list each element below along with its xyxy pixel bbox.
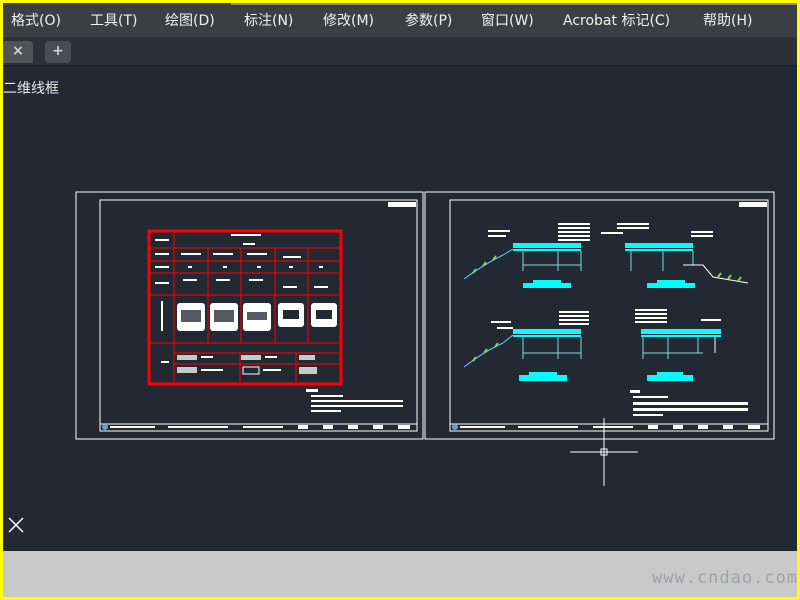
layout-sheet-right[interactable] bbox=[424, 191, 775, 440]
site-watermark: www.cndao.com bbox=[652, 568, 799, 588]
road-section-1[interactable] bbox=[463, 223, 590, 288]
road-section-3[interactable] bbox=[463, 311, 589, 381]
crosshair-cursor-icon bbox=[570, 418, 638, 486]
ucs-icon bbox=[8, 517, 24, 533]
autocad-window: 格式(O) 工具(T) 绘图(D) 标注(N) 修改(M) 参数(P) 窗口(W… bbox=[3, 3, 797, 597]
drawing-canvas[interactable] bbox=[3, 3, 797, 551]
road-section-4[interactable] bbox=[635, 309, 721, 381]
road-section-2[interactable] bbox=[601, 223, 749, 288]
highlighted-table[interactable] bbox=[147, 229, 343, 386]
